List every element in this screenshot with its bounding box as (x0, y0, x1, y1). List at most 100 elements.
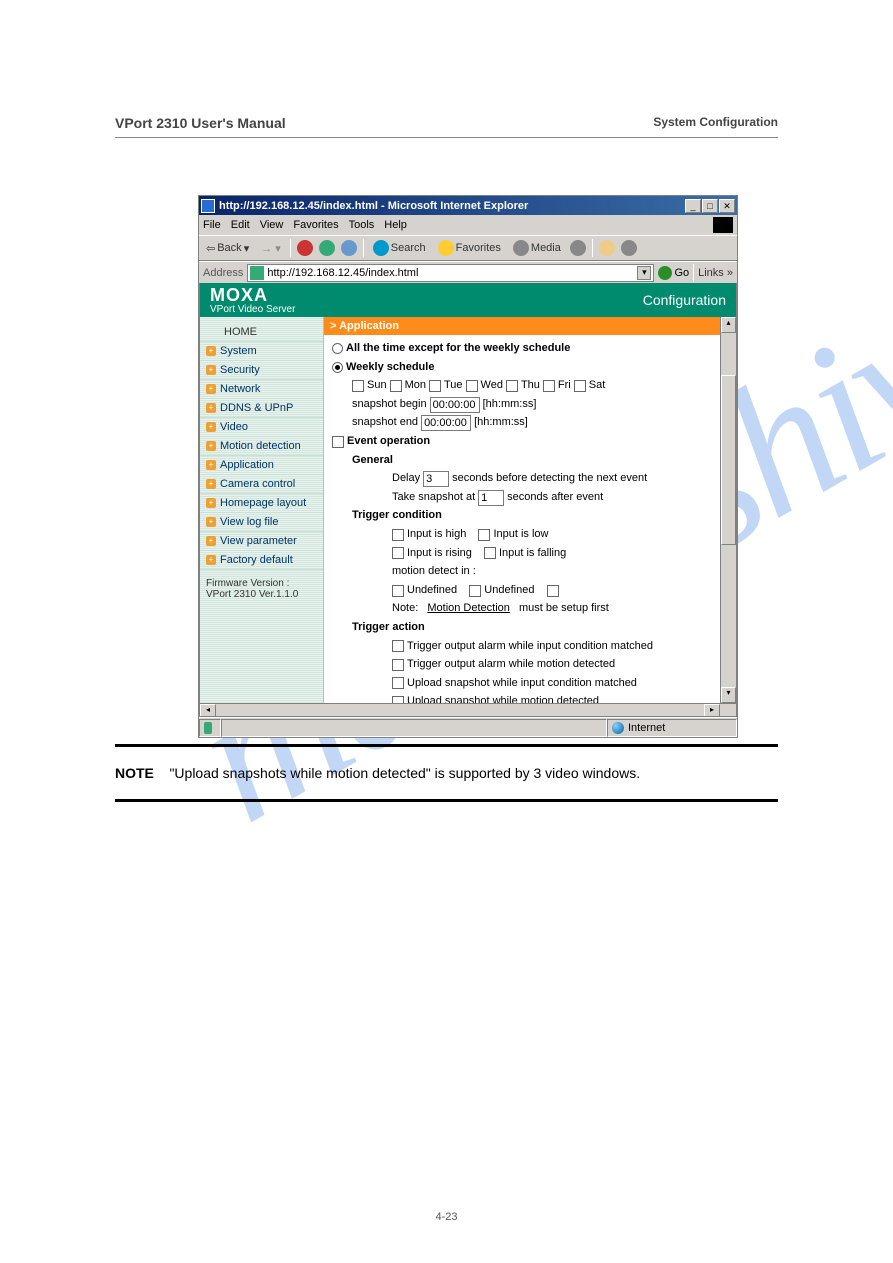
cb-input-high[interactable] (392, 529, 404, 541)
cb-input-low[interactable] (478, 529, 490, 541)
snapshot-end-input[interactable] (421, 415, 471, 431)
status-message (221, 719, 607, 737)
cb-undef-3[interactable] (547, 585, 559, 597)
nav-application[interactable]: +Application (200, 456, 323, 475)
cb-undef-2[interactable] (469, 585, 481, 597)
menu-favorites[interactable]: Favorites (293, 219, 338, 231)
motion-note: Note: Motion Detection must be setup fir… (332, 600, 726, 618)
nav-viewlog[interactable]: +View log file (200, 513, 323, 532)
cb-input-falling[interactable] (484, 547, 496, 559)
status-zone: Internet (607, 719, 737, 737)
nav-network[interactable]: +Network (200, 380, 323, 399)
general-label: General (332, 452, 726, 470)
header-rule (115, 137, 778, 138)
search-button[interactable]: Search (370, 238, 429, 258)
minimize-button[interactable]: _ (685, 199, 701, 213)
expand-icon: + (206, 346, 216, 356)
address-label: Address (203, 267, 243, 279)
cb-ta2[interactable] (392, 659, 404, 671)
home-icon[interactable] (341, 240, 357, 256)
cb-wed[interactable] (466, 380, 478, 392)
media-button[interactable]: Media (510, 238, 564, 258)
take-snapshot-input[interactable] (478, 490, 504, 506)
links-label[interactable]: Links » (698, 267, 733, 279)
brand-logo: MOXA (210, 285, 268, 305)
vertical-scrollbar[interactable]: ▴ ▾ (720, 317, 736, 703)
nav-viewparam[interactable]: +View parameter (200, 532, 323, 551)
print-icon[interactable] (621, 240, 637, 256)
menu-help[interactable]: Help (384, 219, 407, 231)
scroll-left-icon[interactable]: ◂ (200, 704, 216, 717)
trigger-condition-label: Trigger condition (332, 507, 726, 525)
expand-icon: + (206, 441, 216, 451)
nav-video[interactable]: +Video (200, 418, 323, 437)
mail-icon[interactable] (599, 240, 615, 256)
scroll-up-icon[interactable]: ▴ (721, 317, 736, 333)
nav-homepage[interactable]: +Homepage layout (200, 494, 323, 513)
nav-home[interactable]: HOME (200, 323, 323, 342)
radio-all-time[interactable] (332, 343, 343, 354)
cb-event-operation[interactable] (332, 436, 344, 448)
cb-sun[interactable] (352, 380, 364, 392)
cb-input-rising[interactable] (392, 547, 404, 559)
go-icon (658, 266, 672, 280)
close-button[interactable]: ✕ (719, 199, 735, 213)
go-button[interactable]: Go (658, 266, 689, 280)
cb-thu[interactable] (506, 380, 518, 392)
nav-system[interactable]: +System (200, 342, 323, 361)
menu-file[interactable]: File (203, 219, 221, 231)
brand-bar: MOXA VPort Video Server Configuration (200, 283, 736, 317)
nav-motion[interactable]: +Motion detection (200, 437, 323, 456)
doc-title-left: VPort 2310 User's Manual (115, 115, 286, 131)
window-title: http://192.168.12.45/index.html - Micros… (219, 200, 685, 212)
status-bar: Internet (199, 717, 737, 737)
horizontal-scrollbar[interactable]: ◂ ▸ (200, 703, 736, 717)
delay-input[interactable] (423, 471, 449, 487)
cb-tue[interactable] (429, 380, 441, 392)
cb-ta1[interactable] (392, 640, 404, 652)
back-button[interactable]: ⇦ Back ▾ (203, 240, 252, 257)
doc-title-right: System Configuration (653, 115, 778, 131)
cb-mon[interactable] (390, 380, 402, 392)
ie-throbber-icon (713, 217, 733, 233)
radio-weekly[interactable] (332, 362, 343, 373)
expand-icon: + (206, 460, 216, 470)
address-field[interactable]: http://192.168.12.45/index.html ▾ (247, 264, 654, 282)
favorites-button[interactable]: Favorites (435, 238, 504, 258)
main-panel: > Application All the time except for th… (324, 317, 736, 703)
menu-tools[interactable]: Tools (349, 219, 375, 231)
cb-ta3[interactable] (392, 677, 404, 689)
scroll-thumb[interactable] (721, 375, 736, 545)
refresh-icon[interactable] (319, 240, 335, 256)
nav-factory[interactable]: +Factory default (200, 551, 323, 570)
cb-fri[interactable] (543, 380, 555, 392)
motion-detect-label: motion detect in : (332, 563, 726, 581)
motion-detection-link[interactable]: Motion Detection (427, 600, 510, 618)
scroll-down-icon[interactable]: ▾ (721, 687, 736, 703)
nav-ddns[interactable]: +DDNS & UPnP (200, 399, 323, 418)
titlebar[interactable]: http://192.168.12.45/index.html - Micros… (199, 196, 737, 215)
expand-icon: + (206, 422, 216, 432)
note-text: "Upload snapshots while motion detected"… (169, 765, 640, 781)
maximize-button[interactable]: □ (702, 199, 718, 213)
stop-icon[interactable] (297, 240, 313, 256)
forward-button[interactable]: → ▾ (258, 240, 284, 257)
expand-icon: + (206, 479, 216, 489)
scroll-right-icon[interactable]: ▸ (704, 704, 720, 717)
expand-icon: + (206, 365, 216, 375)
note-label: NOTE (115, 765, 154, 781)
history-icon[interactable] (570, 240, 586, 256)
cb-sat[interactable] (574, 380, 586, 392)
menubar: File Edit View Favorites Tools Help (199, 215, 737, 235)
nav-camera[interactable]: +Camera control (200, 475, 323, 494)
browser-window: http://192.168.12.45/index.html - Micros… (198, 195, 738, 738)
snapshot-begin-input[interactable] (430, 397, 480, 413)
menu-edit[interactable]: Edit (231, 219, 250, 231)
menu-view[interactable]: View (260, 219, 284, 231)
expand-icon: + (206, 517, 216, 527)
cb-undef-1[interactable] (392, 585, 404, 597)
cb-ta4[interactable] (392, 696, 404, 703)
nav-security[interactable]: +Security (200, 361, 323, 380)
done-icon (204, 722, 212, 734)
address-dropdown-icon[interactable]: ▾ (637, 266, 651, 280)
